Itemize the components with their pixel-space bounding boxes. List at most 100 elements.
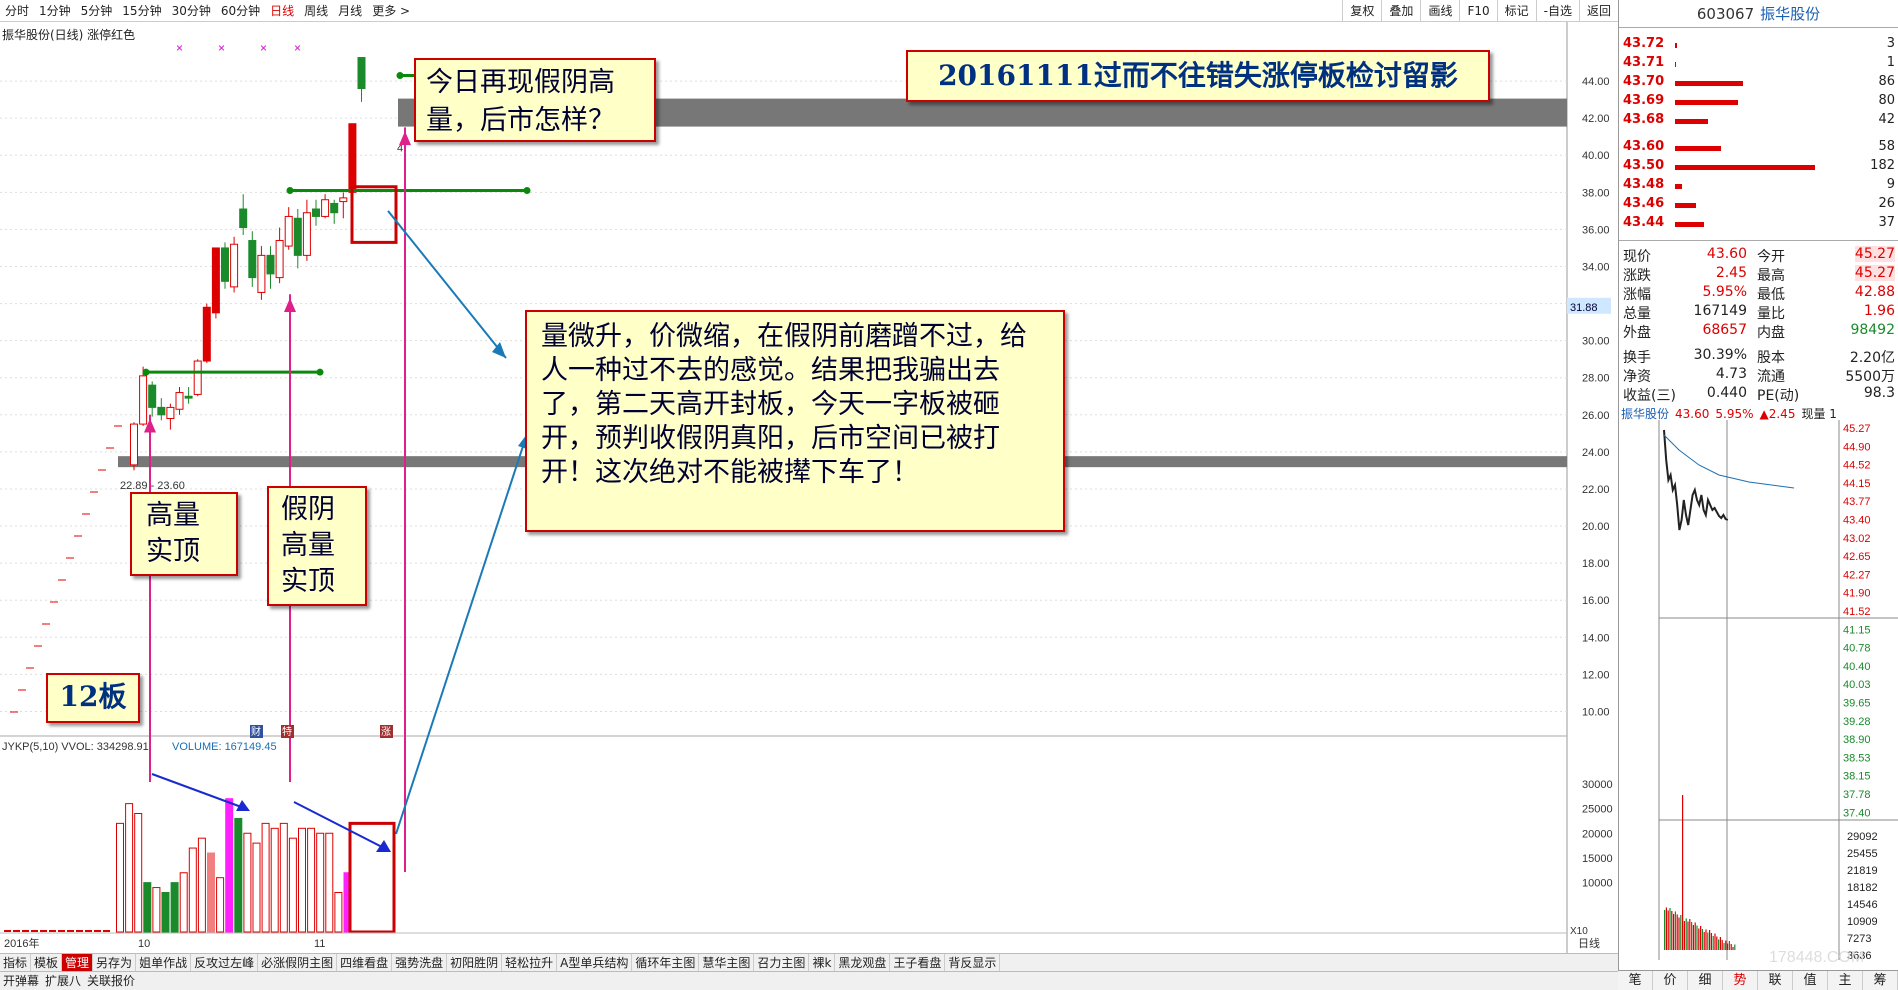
indicator-tab[interactable]: 黑龙观盘 xyxy=(835,954,891,971)
orderbook-row[interactable]: 43.46 26 xyxy=(1621,196,1897,215)
candle-body[interactable] xyxy=(302,212,311,256)
volume-bar[interactable] xyxy=(334,892,343,933)
volume-bar[interactable] xyxy=(307,827,316,933)
stock-name[interactable]: 振华股份 xyxy=(1760,3,1820,24)
indicator-tab[interactable]: 裸k xyxy=(809,954,836,971)
orderbook-row[interactable]: 43.69 80 xyxy=(1621,93,1897,112)
orderbook-row[interactable]: 43.44 37 xyxy=(1621,215,1897,234)
bottom-tool[interactable]: 开弹幕 xyxy=(0,972,42,990)
candle-body[interactable] xyxy=(248,240,257,279)
period-tab[interactable]: 60分钟 xyxy=(216,2,265,19)
indicator-tab[interactable]: A型单兵结构 xyxy=(557,954,633,971)
indicator-tab[interactable]: 慧华主图 xyxy=(699,954,755,971)
volume-bar[interactable] xyxy=(279,822,288,933)
panel-tab[interactable]: 笔 xyxy=(1618,971,1653,990)
panel-tab[interactable]: 值 xyxy=(1793,971,1828,990)
indicator-tab[interactable]: 必涨假阴主图 xyxy=(258,954,338,971)
period-tab[interactable]: 日线 xyxy=(265,2,299,19)
toolbar-button[interactable]: -自选 xyxy=(1535,0,1579,22)
indicator-tab[interactable]: 管理 xyxy=(62,954,94,971)
volume-bar[interactable] xyxy=(188,847,197,933)
candle-body[interactable] xyxy=(230,243,239,288)
intraday-chart[interactable]: 45.27 44.90 44.52 44.15 43.77 43.40 43.02 42.65… xyxy=(1619,420,1898,965)
candle-body[interactable] xyxy=(293,217,302,256)
period-tab[interactable]: 15分钟 xyxy=(117,2,166,19)
indicator-tab[interactable]: 指标 xyxy=(0,954,32,971)
candle-body[interactable] xyxy=(284,215,293,247)
candle-body[interactable] xyxy=(157,406,166,416)
volume-bar[interactable] xyxy=(170,882,179,933)
volume-bar[interactable] xyxy=(134,813,143,933)
toolbar-button[interactable]: F10 xyxy=(1459,0,1496,22)
volume-bar[interactable] xyxy=(207,852,215,933)
toolbar-button[interactable]: 标记 xyxy=(1496,0,1536,22)
volume-bar[interactable] xyxy=(243,832,252,933)
volume-bar[interactable] xyxy=(216,877,225,933)
period-tab[interactable]: 更多 > xyxy=(367,2,415,19)
period-tab[interactable]: 月线 xyxy=(333,2,367,19)
orderbook-row[interactable]: 43.50 182 xyxy=(1621,158,1897,177)
volume-bar[interactable] xyxy=(152,887,161,933)
volume-bar[interactable] xyxy=(179,872,188,933)
volume-bar[interactable] xyxy=(116,822,124,933)
orderbook-row[interactable]: 43.71 1 xyxy=(1621,55,1897,74)
orderbook-row[interactable]: 43.70 86 xyxy=(1621,74,1897,93)
panel-tab[interactable]: 细 xyxy=(1688,971,1723,990)
period-tab[interactable]: 5分钟 xyxy=(76,2,118,19)
candle-body[interactable] xyxy=(357,57,366,89)
candle-body[interactable] xyxy=(202,306,211,362)
indicator-tab[interactable]: 模板 xyxy=(31,954,63,971)
candle-body[interactable] xyxy=(266,254,275,275)
volume-bar[interactable] xyxy=(298,827,306,933)
toolbar-button[interactable]: 叠加 xyxy=(1381,0,1420,22)
candle-body[interactable] xyxy=(312,208,320,217)
candle-body[interactable] xyxy=(175,392,184,410)
candle-body[interactable] xyxy=(221,247,229,282)
panel-tab[interactable]: 势 xyxy=(1723,971,1758,990)
toolbar-button[interactable]: 画线 xyxy=(1420,0,1459,22)
volume-bar[interactable] xyxy=(288,837,297,933)
indicator-tab[interactable]: 轻松拉升 xyxy=(502,954,558,971)
bottom-tool[interactable]: 关联报价 xyxy=(84,972,138,990)
toolbar-button[interactable]: 复权 xyxy=(1342,0,1381,22)
candle-body[interactable] xyxy=(184,395,193,399)
candle-body[interactable] xyxy=(339,197,348,203)
indicator-tab[interactable]: 四维看盘 xyxy=(337,954,393,971)
candle-body[interactable] xyxy=(166,406,175,420)
indicator-tab[interactable]: 背反显示 xyxy=(945,954,1001,971)
panel-tab[interactable]: 联 xyxy=(1758,971,1793,990)
indicator-tab[interactable]: 另存为 xyxy=(93,954,137,971)
indicator-tab[interactable]: 姐单作战 xyxy=(136,954,192,971)
period-tab[interactable]: 1分钟 xyxy=(34,2,76,19)
panel-tab[interactable]: 筹 xyxy=(1863,971,1898,990)
volume-bar[interactable] xyxy=(270,827,279,933)
bottom-tool[interactable]: 扩展八 xyxy=(42,972,84,990)
period-tab[interactable]: 分时 xyxy=(0,2,34,19)
candle-body[interactable] xyxy=(275,240,284,279)
volume-bar[interactable] xyxy=(225,798,234,933)
volume-bar[interactable] xyxy=(197,837,206,933)
panel-tab[interactable]: 价 xyxy=(1653,971,1688,990)
indicator-tab[interactable]: 王子看盘 xyxy=(890,954,946,971)
volume-bar[interactable] xyxy=(325,832,334,933)
period-tab[interactable]: 30分钟 xyxy=(167,2,216,19)
candle-body[interactable] xyxy=(130,423,138,466)
candle-body[interactable] xyxy=(330,202,339,214)
volume-bar[interactable] xyxy=(125,803,134,933)
panel-tab[interactable]: 主 xyxy=(1828,971,1863,990)
indicator-tab[interactable]: 召力主图 xyxy=(754,954,810,971)
orderbook-row[interactable]: 43.68 42 xyxy=(1621,112,1897,131)
volume-bar[interactable] xyxy=(316,832,325,933)
volume-bar[interactable] xyxy=(252,842,261,933)
candle-body[interactable] xyxy=(139,375,148,425)
candle-body[interactable] xyxy=(211,247,220,314)
toolbar-button[interactable]: 返回 xyxy=(1578,0,1618,22)
candle-body[interactable] xyxy=(348,123,357,193)
indicator-tab[interactable]: 反攻过左峰 xyxy=(191,954,259,971)
candle-body[interactable] xyxy=(148,384,157,408)
period-tab[interactable]: 周线 xyxy=(299,2,333,19)
indicator-tab[interactable]: 强势洗盘 xyxy=(392,954,448,971)
candle-body[interactable] xyxy=(257,254,266,293)
candle-body[interactable] xyxy=(239,208,248,229)
candle-body[interactable] xyxy=(193,360,202,395)
